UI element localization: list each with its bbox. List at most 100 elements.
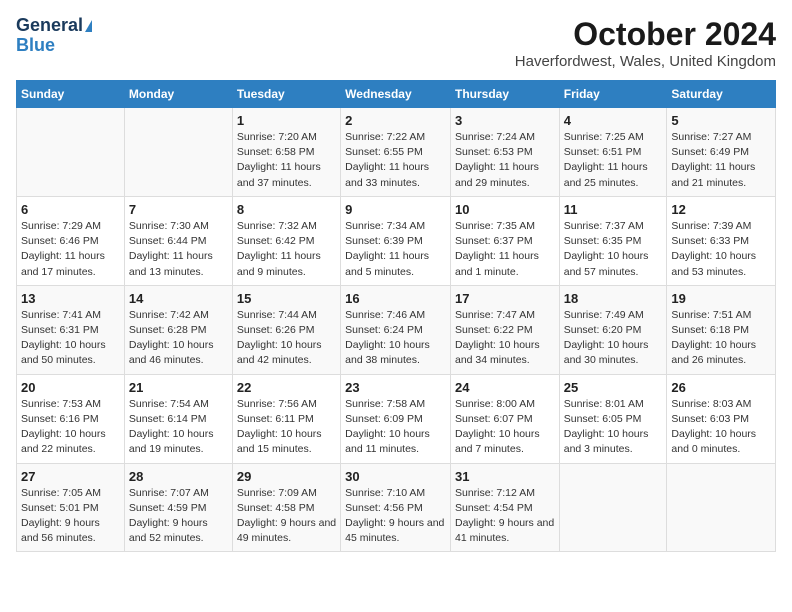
day-info: Sunrise: 7:44 AMSunset: 6:26 PMDaylight:… — [237, 308, 336, 369]
day-info: Sunrise: 7:42 AMSunset: 6:28 PMDaylight:… — [129, 308, 228, 369]
calendar-table: SundayMondayTuesdayWednesdayThursdayFrid… — [16, 80, 776, 552]
day-number: 16 — [345, 291, 446, 306]
day-number: 22 — [237, 380, 336, 395]
day-info: Sunrise: 7:10 AMSunset: 4:56 PMDaylight:… — [345, 486, 446, 547]
calendar-week-row: 6Sunrise: 7:29 AMSunset: 6:46 PMDaylight… — [17, 196, 776, 285]
day-number: 4 — [564, 113, 663, 128]
calendar-cell: 17 Sunrise: 7:47 AMSunset: 6:22 PMDayligh… — [450, 285, 559, 374]
calendar-cell: 16 Sunrise: 7:46 AMSunset: 6:24 PMDayligh… — [341, 285, 451, 374]
day-number: 10 — [455, 202, 555, 217]
day-number: 25 — [564, 380, 663, 395]
calendar-header-row: SundayMondayTuesdayWednesdayThursdayFrid… — [17, 81, 776, 108]
day-number: 21 — [129, 380, 228, 395]
calendar-cell: 30 Sunrise: 7:10 AMSunset: 4:56 PMDayligh… — [341, 463, 451, 552]
calendar-cell: 3 Sunrise: 7:24 AMSunset: 6:53 PMDaylight… — [450, 108, 559, 197]
column-header-sunday: Sunday — [17, 81, 125, 108]
calendar-week-row: 13 Sunrise: 7:41 AMSunset: 6:31 PMDayligh… — [17, 285, 776, 374]
calendar-cell: 2 Sunrise: 7:22 AMSunset: 6:55 PMDaylight… — [341, 108, 451, 197]
calendar-cell — [559, 463, 667, 552]
day-number: 11 — [564, 202, 663, 217]
day-number: 18 — [564, 291, 663, 306]
column-header-monday: Monday — [124, 81, 232, 108]
day-number: 15 — [237, 291, 336, 306]
day-number: 31 — [455, 469, 555, 484]
day-info: Sunrise: 7:35 AMSunset: 6:37 PMDaylight:… — [455, 219, 555, 280]
calendar-week-row: 20 Sunrise: 7:53 AMSunset: 6:16 PMDayligh… — [17, 374, 776, 463]
day-info: Sunrise: 7:51 AMSunset: 6:18 PMDaylight:… — [671, 308, 771, 369]
day-info: Sunrise: 7:22 AMSunset: 6:55 PMDaylight:… — [345, 130, 446, 191]
day-info: Sunrise: 7:25 AMSunset: 6:51 PMDaylight:… — [564, 130, 663, 191]
calendar-cell: 31 Sunrise: 7:12 AMSunset: 4:54 PMDayligh… — [450, 463, 559, 552]
logo-icon — [85, 20, 92, 32]
calendar-cell: 26 Sunrise: 8:03 AMSunset: 6:03 PMDayligh… — [667, 374, 776, 463]
day-number: 3 — [455, 113, 555, 128]
day-info: Sunrise: 7:34 AMSunset: 6:39 PMDaylight:… — [345, 219, 446, 280]
calendar-cell: 9 Sunrise: 7:34 AMSunset: 6:39 PMDaylight… — [341, 196, 451, 285]
day-number: 8 — [237, 202, 336, 217]
calendar-cell: 1Sunrise: 7:20 AMSunset: 6:58 PMDaylight… — [232, 108, 340, 197]
day-info: Sunrise: 7:37 AMSunset: 6:35 PMDaylight:… — [564, 219, 663, 280]
day-number: 6 — [21, 202, 120, 217]
day-number: 1 — [237, 113, 336, 128]
day-number: 27 — [21, 469, 120, 484]
column-header-wednesday: Wednesday — [341, 81, 451, 108]
day-info: Sunrise: 7:27 AMSunset: 6:49 PMDaylight:… — [671, 130, 771, 191]
day-info: Sunrise: 8:03 AMSunset: 6:03 PMDaylight:… — [671, 397, 771, 458]
calendar-cell: 6Sunrise: 7:29 AMSunset: 6:46 PMDaylight… — [17, 196, 125, 285]
day-info: Sunrise: 7:24 AMSunset: 6:53 PMDaylight:… — [455, 130, 555, 191]
calendar-cell: 23 Sunrise: 7:58 AMSunset: 6:09 PMDayligh… — [341, 374, 451, 463]
calendar-cell: 15 Sunrise: 7:44 AMSunset: 6:26 PMDayligh… — [232, 285, 340, 374]
day-number: 29 — [237, 469, 336, 484]
column-header-thursday: Thursday — [450, 81, 559, 108]
column-header-friday: Friday — [559, 81, 667, 108]
calendar-cell: 24Sunrise: 8:00 AMSunset: 6:07 PMDayligh… — [450, 374, 559, 463]
calendar-cell — [124, 108, 232, 197]
calendar-cell: 21 Sunrise: 7:54 AMSunset: 6:14 PMDayligh… — [124, 374, 232, 463]
calendar-cell: 5 Sunrise: 7:27 AMSunset: 6:49 PMDaylight… — [667, 108, 776, 197]
calendar-cell: 27 Sunrise: 7:05 AMSunset: 5:01 PMDayligh… — [17, 463, 125, 552]
day-info: Sunrise: 8:00 AMSunset: 6:07 PMDaylight:… — [455, 397, 555, 458]
calendar-cell: 14 Sunrise: 7:42 AMSunset: 6:28 PMDayligh… — [124, 285, 232, 374]
logo: General Blue — [16, 16, 92, 56]
calendar-title: October 2024 — [515, 16, 776, 53]
day-number: 28 — [129, 469, 228, 484]
day-info: Sunrise: 7:49 AMSunset: 6:20 PMDaylight:… — [564, 308, 663, 369]
day-number: 20 — [21, 380, 120, 395]
day-info: Sunrise: 7:39 AMSunset: 6:33 PMDaylight:… — [671, 219, 771, 280]
day-info: Sunrise: 7:53 AMSunset: 6:16 PMDaylight:… — [21, 397, 120, 458]
page-header: General Blue October 2024 Haverfordwest,… — [16, 16, 776, 70]
day-info: Sunrise: 7:30 AMSunset: 6:44 PMDaylight:… — [129, 219, 228, 280]
day-number: 17 — [455, 291, 555, 306]
day-info: Sunrise: 7:05 AMSunset: 5:01 PMDaylight:… — [21, 486, 120, 547]
day-number: 30 — [345, 469, 446, 484]
day-info: Sunrise: 7:09 AMSunset: 4:58 PMDaylight:… — [237, 486, 336, 547]
day-number: 23 — [345, 380, 446, 395]
day-info: Sunrise: 7:54 AMSunset: 6:14 PMDaylight:… — [129, 397, 228, 458]
day-info: Sunrise: 8:01 AMSunset: 6:05 PMDaylight:… — [564, 397, 663, 458]
calendar-cell — [667, 463, 776, 552]
logo-general-text: General — [16, 16, 83, 36]
day-number: 19 — [671, 291, 771, 306]
calendar-cell — [17, 108, 125, 197]
day-info: Sunrise: 7:47 AMSunset: 6:22 PMDaylight:… — [455, 308, 555, 369]
title-block: October 2024 Haverfordwest, Wales, Unite… — [515, 16, 776, 70]
calendar-week-row: 1Sunrise: 7:20 AMSunset: 6:58 PMDaylight… — [17, 108, 776, 197]
calendar-subtitle: Haverfordwest, Wales, United Kingdom — [515, 53, 776, 70]
day-number: 14 — [129, 291, 228, 306]
day-number: 13 — [21, 291, 120, 306]
logo-blue-text: Blue — [16, 36, 55, 56]
day-info: Sunrise: 7:46 AMSunset: 6:24 PMDaylight:… — [345, 308, 446, 369]
day-info: Sunrise: 7:41 AMSunset: 6:31 PMDaylight:… — [21, 308, 120, 369]
day-number: 9 — [345, 202, 446, 217]
calendar-cell: 25 Sunrise: 8:01 AMSunset: 6:05 PMDayligh… — [559, 374, 667, 463]
day-number: 5 — [671, 113, 771, 128]
day-info: Sunrise: 7:58 AMSunset: 6:09 PMDaylight:… — [345, 397, 446, 458]
day-info: Sunrise: 7:12 AMSunset: 4:54 PMDaylight:… — [455, 486, 555, 547]
day-number: 2 — [345, 113, 446, 128]
day-info: Sunrise: 7:07 AMSunset: 4:59 PMDaylight:… — [129, 486, 228, 547]
day-number: 12 — [671, 202, 771, 217]
calendar-cell: 11 Sunrise: 7:37 AMSunset: 6:35 PMDayligh… — [559, 196, 667, 285]
column-header-tuesday: Tuesday — [232, 81, 340, 108]
calendar-cell: 19 Sunrise: 7:51 AMSunset: 6:18 PMDayligh… — [667, 285, 776, 374]
day-number: 26 — [671, 380, 771, 395]
